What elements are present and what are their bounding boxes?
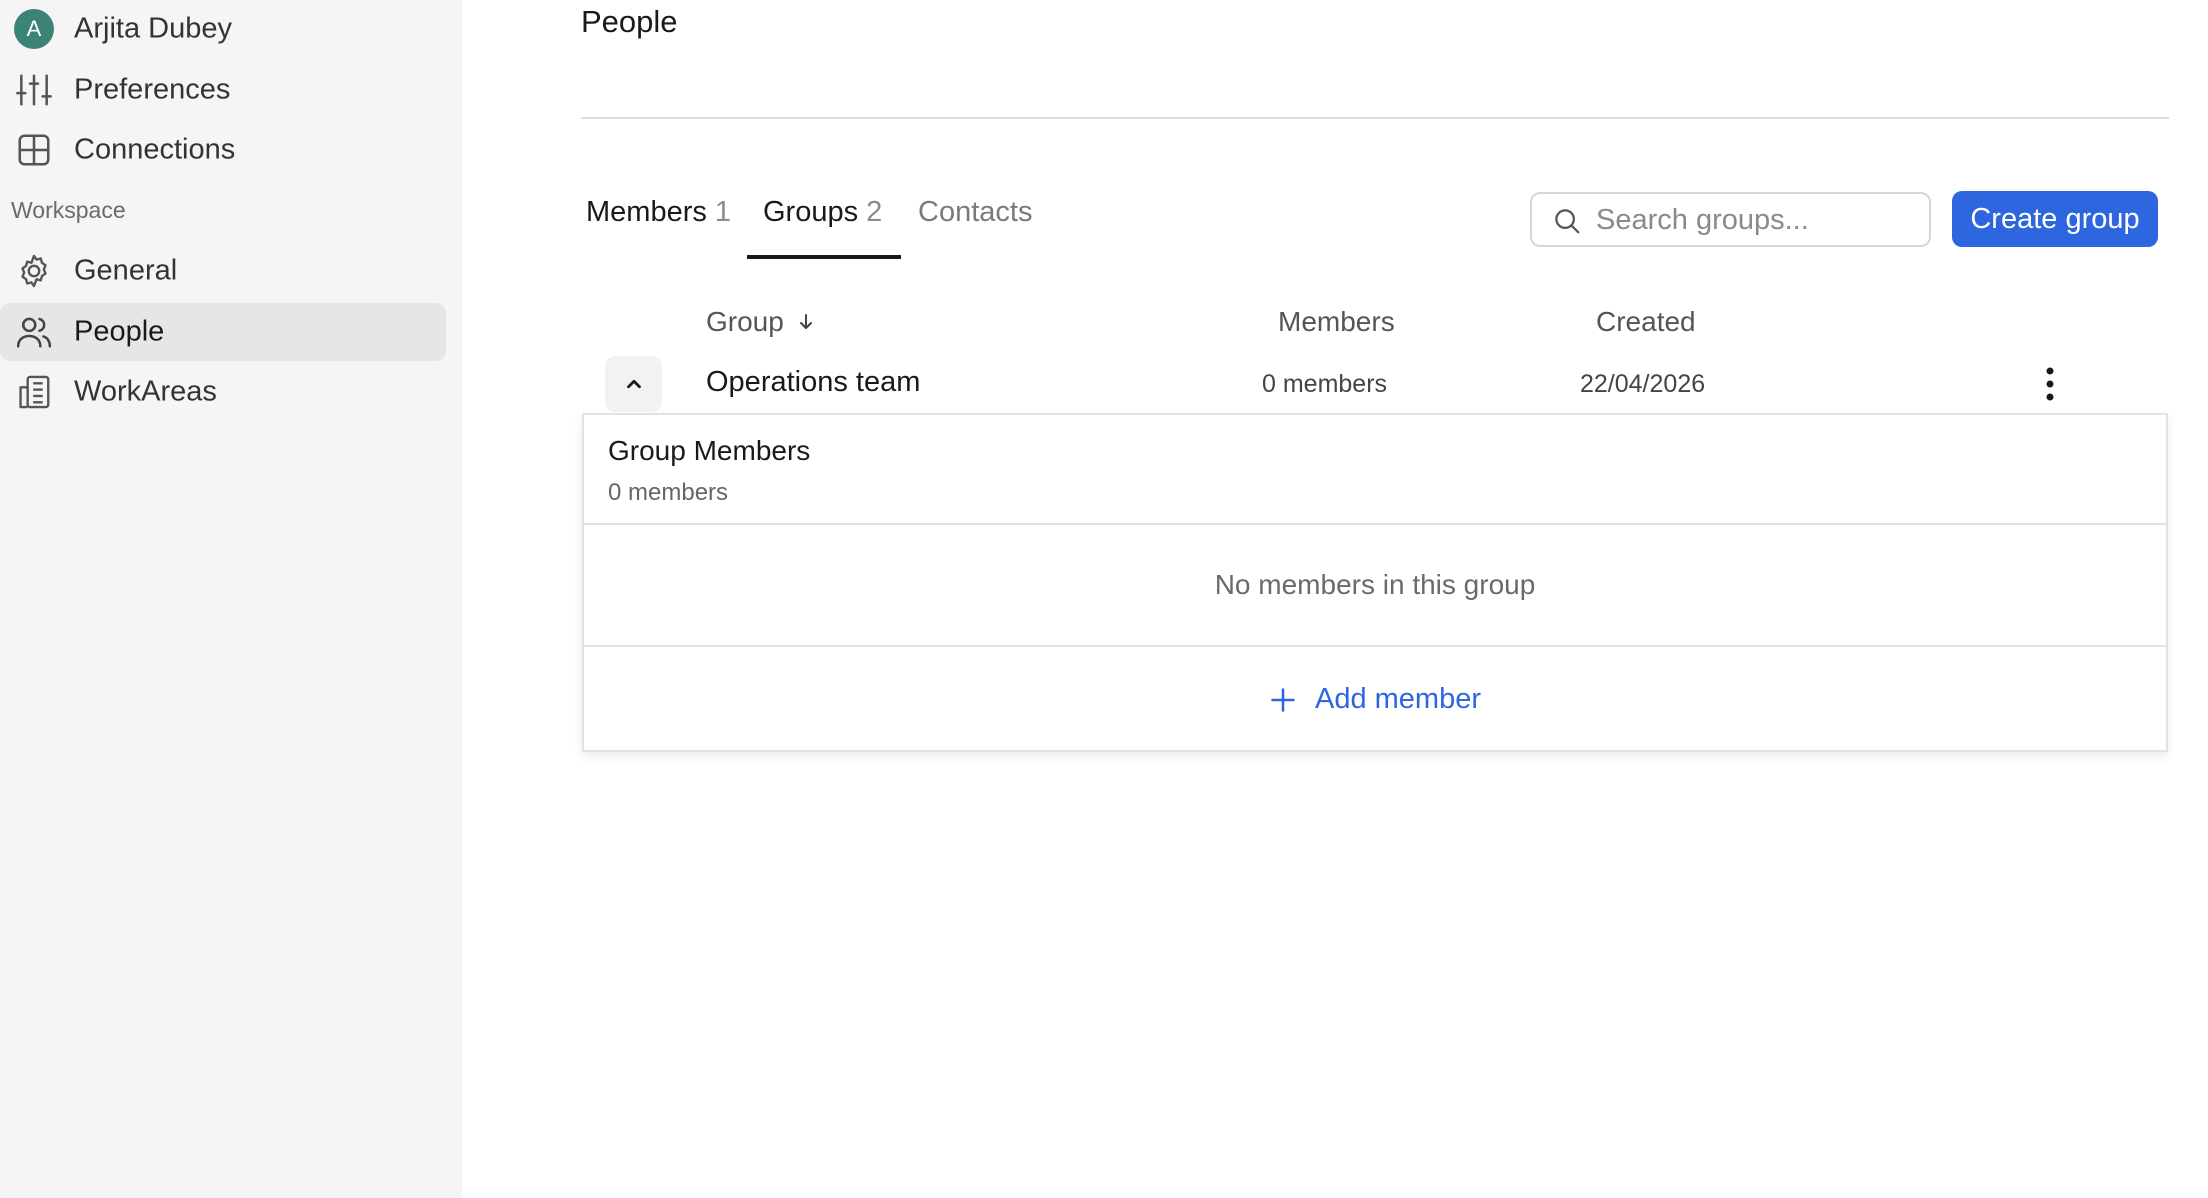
tab-count: 1 — [714, 196, 731, 228]
sidebar-item-label: Preferences — [74, 73, 231, 106]
column-header-members: Members — [1278, 306, 1395, 338]
row-more-button[interactable] — [2034, 360, 2066, 408]
add-member-label: Add member — [1314, 683, 1481, 715]
page-title: People — [581, 4, 678, 39]
sort-arrow-down-icon — [799, 314, 812, 329]
sidebar: A Arjita Dubey Preferences Connections W… — [0, 0, 462, 1198]
add-member-button[interactable]: Add member — [584, 647, 2166, 752]
column-header-label: Members — [1278, 306, 1395, 337]
sidebar-item-connections[interactable]: Connections — [0, 121, 446, 179]
users-icon — [14, 312, 54, 352]
group-created-date: 22/04/2026 — [1580, 370, 1706, 398]
collapse-row-button[interactable] — [605, 356, 662, 412]
group-members-panel: Group Members 0 members No members in th… — [582, 413, 2168, 752]
chevron-up-icon — [626, 379, 641, 389]
profile-name: Arjita Dubey — [74, 12, 232, 45]
sidebar-item-general[interactable]: General — [0, 242, 446, 300]
avatar: A — [14, 9, 54, 49]
tab-members[interactable]: Members 1 — [586, 196, 731, 260]
column-header-group[interactable]: Group — [706, 306, 816, 338]
panel-member-count: 0 members — [608, 479, 729, 506]
grid-icon — [14, 130, 54, 170]
empty-state-text: No members in this group — [1214, 569, 1536, 600]
more-vertical-icon — [2046, 367, 2054, 401]
empty-state: No members in this group — [584, 525, 2166, 647]
building-icon — [14, 372, 54, 412]
column-header-label: Created — [1596, 306, 1696, 337]
sidebar-item-preferences[interactable]: Preferences — [0, 61, 446, 119]
tab-label: Members — [586, 196, 707, 228]
tab-contacts[interactable]: Contacts — [918, 196, 1032, 260]
plus-icon — [1271, 687, 1295, 712]
active-tab-indicator — [747, 255, 901, 259]
tab-label: Groups — [763, 196, 859, 228]
column-header-created: Created — [1596, 306, 1696, 338]
panel-title: Group Members — [608, 435, 811, 466]
search-icon — [1555, 209, 1580, 234]
search-box — [1530, 192, 1931, 247]
sliders-icon — [14, 70, 54, 110]
sidebar-item-label: General — [74, 254, 178, 287]
app: A Arjita Dubey Preferences Connections W… — [0, 0, 2208, 1198]
sidebar-item-label: Connections — [74, 133, 236, 166]
search-input[interactable] — [1596, 200, 1916, 240]
sidebar-item-people[interactable]: People — [0, 303, 446, 361]
sidebar-item-label: WorkAreas — [74, 375, 217, 408]
avatar-initial: A — [14, 9, 54, 49]
tab-label: Contacts — [918, 196, 1033, 228]
section-heading-workspace: Workspace — [11, 197, 126, 223]
title-divider — [581, 117, 2169, 119]
tab-groups[interactable]: Groups 2 — [763, 196, 882, 260]
column-header-label: Group — [706, 306, 784, 337]
gear-icon — [14, 251, 54, 291]
group-name[interactable]: Operations team — [706, 366, 920, 399]
tab-count: 2 — [866, 196, 883, 228]
sidebar-item-workareas[interactable]: WorkAreas — [0, 363, 446, 421]
sidebar-profile[interactable]: A Arjita Dubey — [0, 0, 446, 58]
sidebar-item-label: People — [74, 315, 165, 348]
group-member-count: 0 members — [1262, 370, 1388, 398]
create-group-button[interactable]: Create group — [1952, 191, 2158, 247]
panel-header: Group Members 0 members — [584, 415, 2166, 525]
